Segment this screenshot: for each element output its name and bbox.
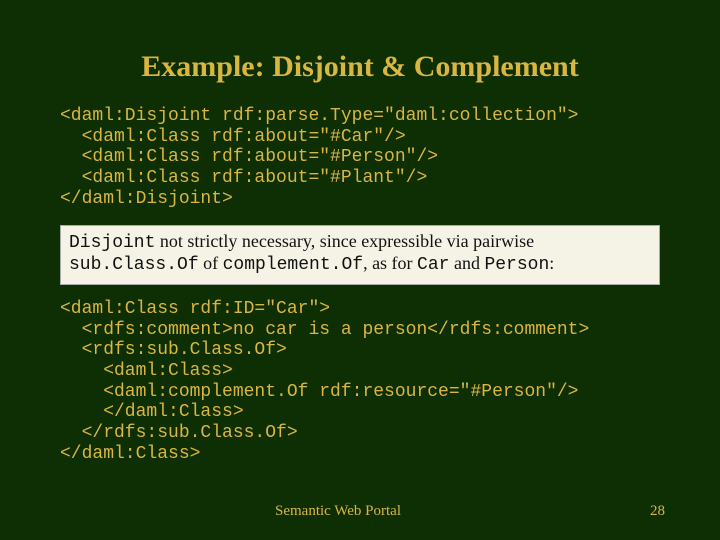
note-text: Disjoint — [69, 233, 155, 253]
note-text: of — [199, 253, 223, 273]
code-block-disjoint: <daml:Disjoint rdf:parse.Type="daml:coll… — [60, 106, 660, 209]
note-text: : — [549, 253, 554, 273]
note-text: Person — [484, 255, 549, 275]
note-text: complement.Of — [223, 255, 363, 275]
note-text: , as for — [363, 253, 417, 273]
note-box: Disjoint not strictly necessary, since e… — [60, 225, 660, 285]
note-text: and — [449, 253, 484, 273]
note-text: Car — [417, 255, 449, 275]
code-block-class: <daml:Class rdf:ID="Car"> <rdfs:comment>… — [60, 299, 660, 465]
note-text: not strictly necessary, since expressibl… — [155, 231, 534, 251]
footer-text: Semantic Web Portal — [275, 503, 401, 520]
slide-title: Example: Disjoint & Complement — [60, 50, 660, 84]
slide: Example: Disjoint & Complement <daml:Dis… — [0, 0, 720, 540]
note-text: sub.Class.Of — [69, 255, 199, 275]
page-number: 28 — [650, 503, 665, 520]
